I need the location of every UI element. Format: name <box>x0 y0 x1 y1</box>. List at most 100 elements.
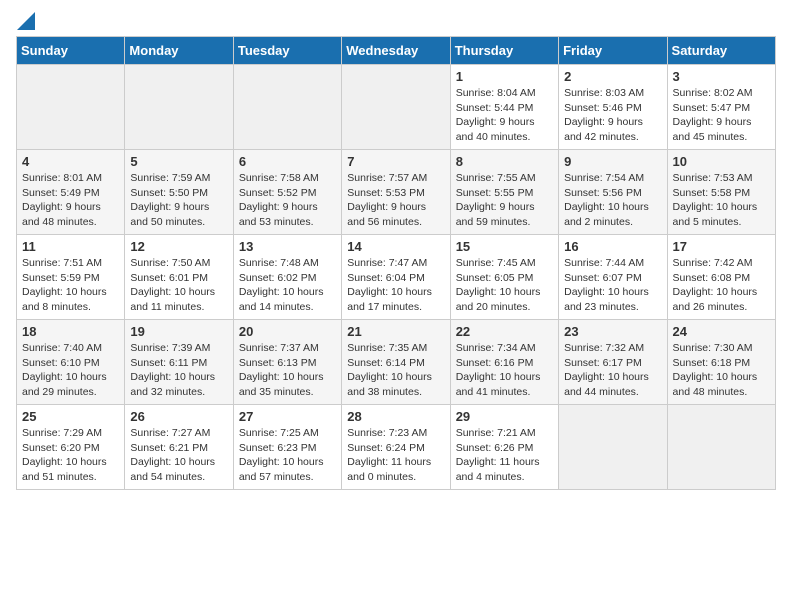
day-info: Sunrise: 8:02 AM Sunset: 5:47 PM Dayligh… <box>673 86 770 145</box>
calendar-cell: 20 Sunrise: 7:37 AM Sunset: 6:13 PM Dayli… <box>233 320 341 405</box>
day-number: 15 <box>456 239 553 254</box>
weekday-header-saturday: Saturday <box>667 37 775 65</box>
day-number: 21 <box>347 324 444 339</box>
day-number: 26 <box>130 409 227 424</box>
calendar-cell: 5 Sunrise: 7:59 AM Sunset: 5:50 PM Daylig… <box>125 150 233 235</box>
day-number: 5 <box>130 154 227 169</box>
day-number: 20 <box>239 324 336 339</box>
day-info: Sunrise: 7:58 AM Sunset: 5:52 PM Dayligh… <box>239 171 336 230</box>
logo-arrow-icon <box>17 12 35 30</box>
day-number: 9 <box>564 154 661 169</box>
day-info: Sunrise: 7:48 AM Sunset: 6:02 PM Dayligh… <box>239 256 336 315</box>
day-info: Sunrise: 7:37 AM Sunset: 6:13 PM Dayligh… <box>239 341 336 400</box>
calendar-cell <box>17 65 125 150</box>
day-number: 8 <box>456 154 553 169</box>
calendar-cell: 18Sunrise: 7:40 AM Sunset: 6:10 PM Dayli… <box>17 320 125 405</box>
day-info: Sunrise: 8:03 AM Sunset: 5:46 PM Dayligh… <box>564 86 661 145</box>
calendar-cell: 9 Sunrise: 7:54 AM Sunset: 5:56 PM Daylig… <box>559 150 667 235</box>
day-info: Sunrise: 7:44 AM Sunset: 6:07 PM Dayligh… <box>564 256 661 315</box>
calendar-cell <box>125 65 233 150</box>
day-info: Sunrise: 7:34 AM Sunset: 6:16 PM Dayligh… <box>456 341 553 400</box>
calendar-cell: 6 Sunrise: 7:58 AM Sunset: 5:52 PM Daylig… <box>233 150 341 235</box>
day-number: 19 <box>130 324 227 339</box>
day-number: 17 <box>673 239 770 254</box>
calendar-cell: 19Sunrise: 7:39 AM Sunset: 6:11 PM Dayli… <box>125 320 233 405</box>
day-info: Sunrise: 7:55 AM Sunset: 5:55 PM Dayligh… <box>456 171 553 230</box>
day-info: Sunrise: 7:21 AM Sunset: 6:26 PM Dayligh… <box>456 426 553 485</box>
day-number: 23 <box>564 324 661 339</box>
day-info: Sunrise: 8:04 AM Sunset: 5:44 PM Dayligh… <box>456 86 553 145</box>
calendar-cell: 27 Sunrise: 7:25 AM Sunset: 6:23 PM Dayli… <box>233 405 341 490</box>
day-number: 18 <box>22 324 119 339</box>
day-number: 16 <box>564 239 661 254</box>
calendar-cell: 16 Sunrise: 7:44 AM Sunset: 6:07 PM Dayli… <box>559 235 667 320</box>
calendar-cell: 22 Sunrise: 7:34 AM Sunset: 6:16 PM Dayli… <box>450 320 558 405</box>
calendar-cell: 1 Sunrise: 8:04 AM Sunset: 5:44 PM Daylig… <box>450 65 558 150</box>
calendar-header: SundayMondayTuesdayWednesdayThursdayFrid… <box>17 37 776 65</box>
day-number: 27 <box>239 409 336 424</box>
day-number: 4 <box>22 154 119 169</box>
calendar-cell: 8 Sunrise: 7:55 AM Sunset: 5:55 PM Daylig… <box>450 150 558 235</box>
day-info: Sunrise: 7:45 AM Sunset: 6:05 PM Dayligh… <box>456 256 553 315</box>
day-info: Sunrise: 7:57 AM Sunset: 5:53 PM Dayligh… <box>347 171 444 230</box>
day-number: 7 <box>347 154 444 169</box>
calendar-week-row: 4 Sunrise: 8:01 AM Sunset: 5:49 PM Daylig… <box>17 150 776 235</box>
calendar-week-row: 11 Sunrise: 7:51 AM Sunset: 5:59 PM Dayli… <box>17 235 776 320</box>
day-number: 6 <box>239 154 336 169</box>
calendar-cell <box>559 405 667 490</box>
calendar-cell: 3 Sunrise: 8:02 AM Sunset: 5:47 PM Daylig… <box>667 65 775 150</box>
calendar-cell: 26 Sunrise: 7:27 AM Sunset: 6:21 PM Dayli… <box>125 405 233 490</box>
day-info: Sunrise: 7:29 AM Sunset: 6:20 PM Dayligh… <box>22 426 119 485</box>
day-number: 29 <box>456 409 553 424</box>
calendar-cell: 7 Sunrise: 7:57 AM Sunset: 5:53 PM Daylig… <box>342 150 450 235</box>
calendar-cell <box>233 65 341 150</box>
calendar-cell: 4 Sunrise: 8:01 AM Sunset: 5:49 PM Daylig… <box>17 150 125 235</box>
calendar-cell: 11 Sunrise: 7:51 AM Sunset: 5:59 PM Dayli… <box>17 235 125 320</box>
day-number: 1 <box>456 69 553 84</box>
weekday-header-row: SundayMondayTuesdayWednesdayThursdayFrid… <box>17 37 776 65</box>
calendar-cell: 13 Sunrise: 7:48 AM Sunset: 6:02 PM Dayli… <box>233 235 341 320</box>
weekday-header-wednesday: Wednesday <box>342 37 450 65</box>
calendar-cell <box>667 405 775 490</box>
day-info: Sunrise: 7:51 AM Sunset: 5:59 PM Dayligh… <box>22 256 119 315</box>
day-number: 10 <box>673 154 770 169</box>
day-number: 25 <box>22 409 119 424</box>
calendar-cell: 29 Sunrise: 7:21 AM Sunset: 6:26 PM Dayli… <box>450 405 558 490</box>
day-number: 3 <box>673 69 770 84</box>
calendar-cell: 24Sunrise: 7:30 AM Sunset: 6:18 PM Dayli… <box>667 320 775 405</box>
day-number: 11 <box>22 239 119 254</box>
day-info: Sunrise: 7:25 AM Sunset: 6:23 PM Dayligh… <box>239 426 336 485</box>
day-number: 28 <box>347 409 444 424</box>
calendar-cell: 14Sunrise: 7:47 AM Sunset: 6:04 PM Dayli… <box>342 235 450 320</box>
day-info: Sunrise: 7:59 AM Sunset: 5:50 PM Dayligh… <box>130 171 227 230</box>
calendar-cell: 17 Sunrise: 7:42 AM Sunset: 6:08 PM Dayli… <box>667 235 775 320</box>
day-number: 13 <box>239 239 336 254</box>
day-number: 14 <box>347 239 444 254</box>
calendar-week-row: 18Sunrise: 7:40 AM Sunset: 6:10 PM Dayli… <box>17 320 776 405</box>
day-info: Sunrise: 7:27 AM Sunset: 6:21 PM Dayligh… <box>130 426 227 485</box>
day-info: Sunrise: 7:53 AM Sunset: 5:58 PM Dayligh… <box>673 171 770 230</box>
calendar-body: 1 Sunrise: 8:04 AM Sunset: 5:44 PM Daylig… <box>17 65 776 490</box>
calendar-cell: 23Sunrise: 7:32 AM Sunset: 6:17 PM Dayli… <box>559 320 667 405</box>
calendar-cell: 25 Sunrise: 7:29 AM Sunset: 6:20 PM Dayli… <box>17 405 125 490</box>
calendar-cell: 28 Sunrise: 7:23 AM Sunset: 6:24 PM Dayli… <box>342 405 450 490</box>
calendar-cell: 21Sunrise: 7:35 AM Sunset: 6:14 PM Dayli… <box>342 320 450 405</box>
day-info: Sunrise: 7:42 AM Sunset: 6:08 PM Dayligh… <box>673 256 770 315</box>
calendar-table: SundayMondayTuesdayWednesdayThursdayFrid… <box>16 36 776 490</box>
day-number: 12 <box>130 239 227 254</box>
weekday-header-tuesday: Tuesday <box>233 37 341 65</box>
day-info: Sunrise: 8:01 AM Sunset: 5:49 PM Dayligh… <box>22 171 119 230</box>
day-number: 2 <box>564 69 661 84</box>
day-info: Sunrise: 7:23 AM Sunset: 6:24 PM Dayligh… <box>347 426 444 485</box>
day-number: 22 <box>456 324 553 339</box>
weekday-header-monday: Monday <box>125 37 233 65</box>
day-info: Sunrise: 7:54 AM Sunset: 5:56 PM Dayligh… <box>564 171 661 230</box>
day-info: Sunrise: 7:30 AM Sunset: 6:18 PM Dayligh… <box>673 341 770 400</box>
calendar-week-row: 25 Sunrise: 7:29 AM Sunset: 6:20 PM Dayli… <box>17 405 776 490</box>
calendar-cell: 12Sunrise: 7:50 AM Sunset: 6:01 PM Dayli… <box>125 235 233 320</box>
calendar-week-row: 1 Sunrise: 8:04 AM Sunset: 5:44 PM Daylig… <box>17 65 776 150</box>
logo <box>16 16 35 26</box>
weekday-header-thursday: Thursday <box>450 37 558 65</box>
calendar-cell: 2 Sunrise: 8:03 AM Sunset: 5:46 PM Daylig… <box>559 65 667 150</box>
weekday-header-friday: Friday <box>559 37 667 65</box>
